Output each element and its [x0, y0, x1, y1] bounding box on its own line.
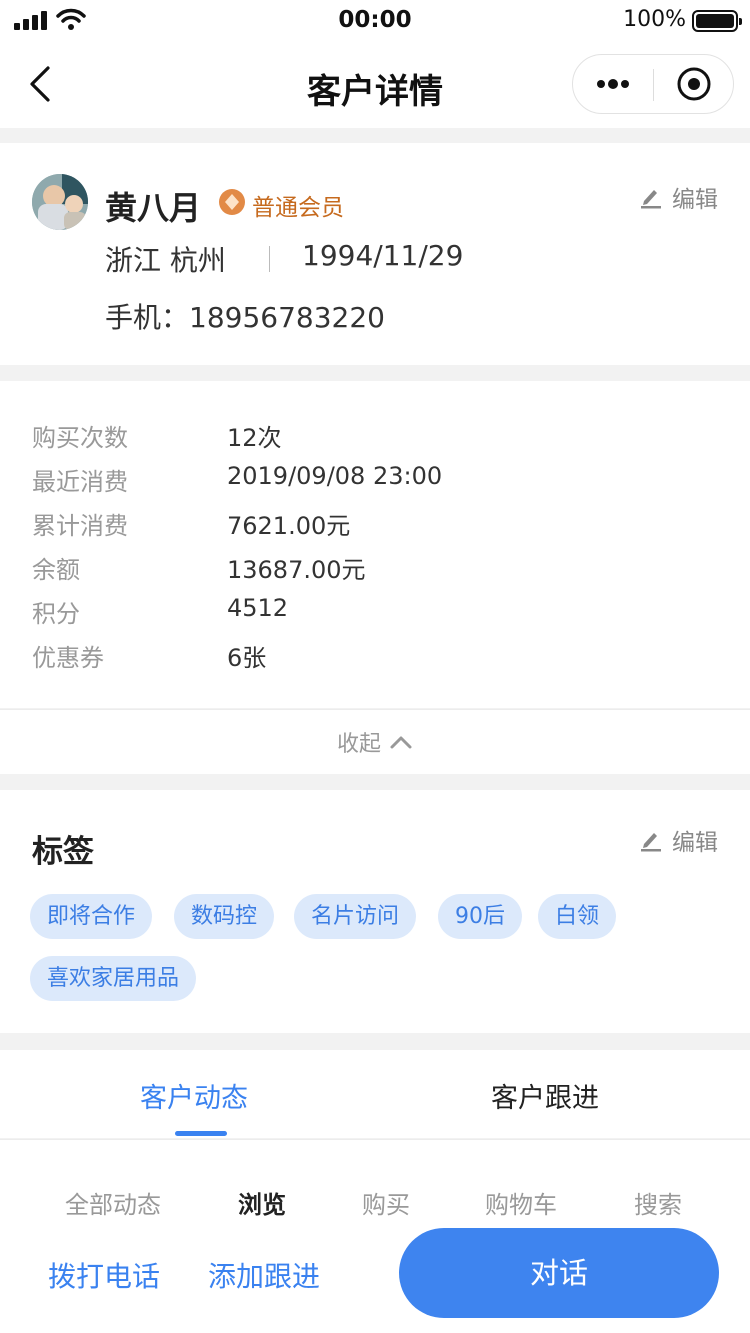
subtab-cart[interactable]: 购物车: [485, 1185, 557, 1220]
customer-phone: 手机：18956783220: [105, 301, 385, 334]
tab-customer-followup[interactable]: 客户跟进: [491, 1076, 599, 1115]
active-tab-indicator: [175, 1131, 227, 1136]
edit-label: 编辑: [672, 830, 718, 856]
stat-label: 余额: [32, 556, 80, 584]
location-divider: [269, 246, 270, 272]
subtab-browse[interactable]: 浏览: [238, 1185, 286, 1220]
tag-chip[interactable]: 即将合作: [30, 894, 153, 939]
collapse-button[interactable]: 收起: [0, 709, 750, 774]
profile-card: 黄八月 普通会员 编辑 浙江 杭州 1994/11/29 手机：18956783…: [0, 143, 750, 365]
add-followup-button[interactable]: 添加跟进: [208, 1255, 320, 1295]
chevron-up-icon: [390, 736, 412, 749]
avatar: [32, 174, 88, 230]
stat-row: 购买次数 12次: [0, 413, 750, 457]
tag-chip[interactable]: 数码控: [174, 894, 275, 939]
stat-value: 13687.00元: [227, 556, 366, 584]
customer-name: 黄八月: [105, 189, 202, 227]
stat-value: 12次: [227, 424, 282, 452]
edit-tags-button[interactable]: 编辑: [640, 824, 718, 856]
stat-row: 最近消费 2019/09/08 23:00: [0, 457, 750, 501]
customer-location: 浙江 杭州: [105, 244, 226, 277]
stat-row: 积分 4512: [0, 589, 750, 633]
subtab-all-activity[interactable]: 全部动态: [65, 1185, 161, 1220]
stat-value: 4512: [227, 594, 289, 622]
edit-label: 编辑: [672, 187, 718, 213]
edit-profile-button[interactable]: 编辑: [640, 181, 718, 213]
stat-label: 累计消费: [32, 512, 128, 540]
tag-chip[interactable]: 白领: [538, 894, 617, 939]
call-button[interactable]: 拨打电话: [48, 1255, 160, 1295]
tag-chip[interactable]: 90后: [438, 894, 522, 939]
collapse-label: 收起: [336, 732, 381, 757]
tags-card: 标签 编辑 即将合作 数码控 名片访问 90后 白领 喜欢家居用品: [0, 790, 750, 1033]
stat-value: 7621.00元: [227, 512, 351, 540]
chat-button[interactable]: 对话: [399, 1228, 719, 1318]
stat-value: 6张: [227, 644, 267, 672]
nav-bar: 客户详情: [0, 42, 750, 128]
tags-title: 标签: [32, 834, 94, 870]
main-tabs: 客户动态 客户跟进: [0, 1050, 750, 1138]
status-bar: 00:00 100%: [0, 0, 750, 42]
stat-label: 优惠券: [32, 644, 104, 672]
tab-customer-activity[interactable]: 客户动态: [140, 1076, 248, 1115]
member-level-label: 普通会员: [252, 195, 344, 221]
customer-birthday: 1994/11/29: [302, 239, 464, 272]
customer-stats-card: 购买次数 12次 最近消费 2019/09/08 23:00 累计消费 7621…: [0, 381, 750, 708]
subtab-search[interactable]: 搜索: [634, 1185, 682, 1220]
stat-label: 购买次数: [32, 424, 128, 452]
stat-row: 优惠券 6张: [0, 633, 750, 677]
tag-chip[interactable]: 名片访问: [294, 894, 417, 939]
mini-program-capsule: [572, 54, 734, 114]
stat-label: 最近消费: [32, 468, 128, 496]
stat-value: 2019/09/08 23:00: [227, 462, 443, 490]
battery-percentage: 100%: [623, 7, 686, 32]
pencil-icon: [641, 190, 661, 209]
subtab-purchase[interactable]: 购买: [362, 1185, 410, 1220]
stat-row: 累计消费 7621.00元: [0, 501, 750, 545]
pencil-icon: [641, 833, 661, 852]
more-icon[interactable]: [573, 55, 653, 113]
member-level-icon: [219, 189, 245, 215]
stat-row: 余额 13687.00元: [0, 545, 750, 589]
stat-label: 积分: [32, 600, 80, 628]
close-target-icon[interactable]: [654, 55, 734, 113]
tag-chip[interactable]: 喜欢家居用品: [30, 956, 197, 1001]
battery-icon: [692, 10, 742, 32]
